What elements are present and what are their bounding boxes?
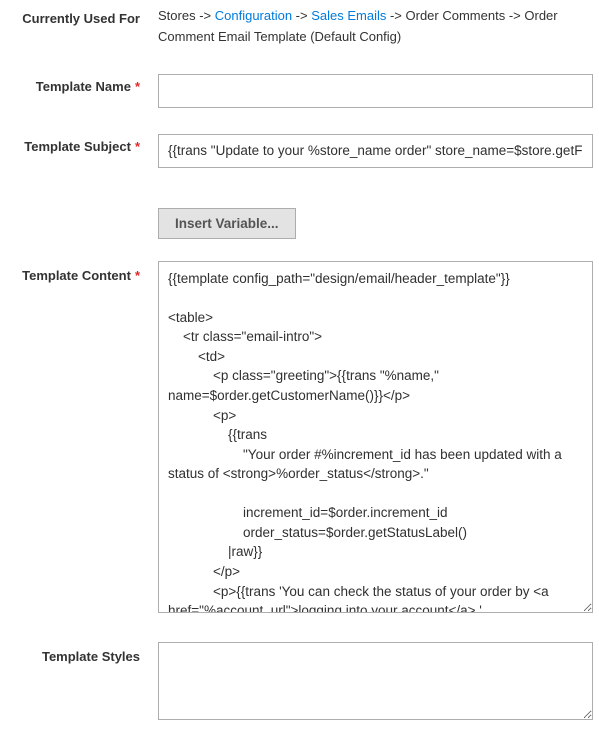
template-content-textarea[interactable] [158, 261, 593, 613]
insert-variable-button[interactable]: Insert Variable... [158, 208, 296, 239]
required-mark: * [135, 268, 140, 283]
template-name-label: Template Name * [6, 74, 158, 94]
template-content-label: Template Content * [6, 261, 158, 283]
template-content-row: Template Content * [6, 261, 593, 616]
template-subject-row: Template Subject * [6, 134, 593, 168]
required-mark: * [135, 139, 140, 154]
crumb-stores: Stores [158, 8, 196, 23]
template-content-label-text: Template Content [22, 268, 131, 283]
currently-used-for-label: Currently Used For [6, 6, 158, 26]
template-styles-textarea[interactable] [158, 642, 593, 720]
insert-variable-row: Insert Variable... [6, 208, 593, 239]
currently-used-for-breadcrumb: Stores -> Configuration -> Sales Emails … [158, 6, 593, 48]
crumb-configuration-link[interactable]: Configuration [215, 8, 292, 23]
crumb-order-comments: Order Comments [406, 8, 506, 23]
template-subject-label: Template Subject * [6, 134, 158, 154]
crumb-sales-emails-link[interactable]: Sales Emails [311, 8, 386, 23]
currently-used-for-row: Currently Used For Stores -> Configurati… [6, 6, 593, 48]
template-name-input[interactable] [158, 74, 593, 108]
template-name-row: Template Name * [6, 74, 593, 108]
template-styles-row: Template Styles [6, 642, 593, 723]
template-styles-label: Template Styles [6, 642, 158, 664]
template-subject-label-text: Template Subject [24, 139, 131, 154]
template-subject-input[interactable] [158, 134, 593, 168]
template-name-label-text: Template Name [36, 79, 131, 94]
required-mark: * [135, 79, 140, 94]
